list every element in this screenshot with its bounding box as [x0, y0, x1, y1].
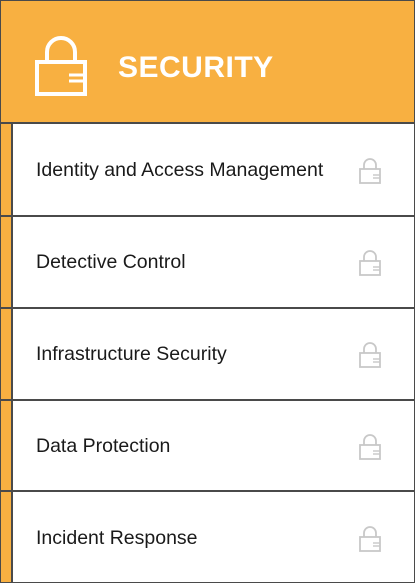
item-accent-bar [1, 401, 13, 490]
security-topic-list: Identity and Access Management Detective… [1, 124, 414, 582]
item-accent-bar [1, 492, 13, 582]
list-item-incident-response[interactable]: Incident Response [1, 492, 414, 582]
security-header: SECURITY [1, 1, 414, 124]
padlock-icon [359, 433, 381, 460]
security-panel: SECURITY Identity and Access Management … [0, 0, 415, 583]
item-accent-bar [1, 124, 13, 215]
header-title: SECURITY [118, 51, 274, 84]
list-item-infrastructure-security[interactable]: Infrastructure Security [1, 309, 414, 401]
padlock-icon [359, 342, 381, 368]
item-accent-bar [1, 217, 13, 307]
padlock-icon [359, 250, 381, 276]
padlock-icon [359, 157, 381, 184]
padlock-icon [35, 36, 87, 96]
item-label: Identity and Access Management [36, 158, 324, 181]
item-label: Incident Response [36, 526, 198, 549]
list-item-detective-control[interactable]: Detective Control [1, 217, 414, 309]
item-label: Infrastructure Security [36, 343, 227, 365]
list-item-data-protection[interactable]: Data Protection [1, 401, 414, 492]
item-accent-bar [1, 309, 13, 399]
padlock-icon [359, 525, 381, 552]
item-label: Detective Control [36, 251, 186, 273]
list-item-identity-access-management[interactable]: Identity and Access Management [1, 124, 414, 217]
item-label: Data Protection [36, 434, 171, 457]
